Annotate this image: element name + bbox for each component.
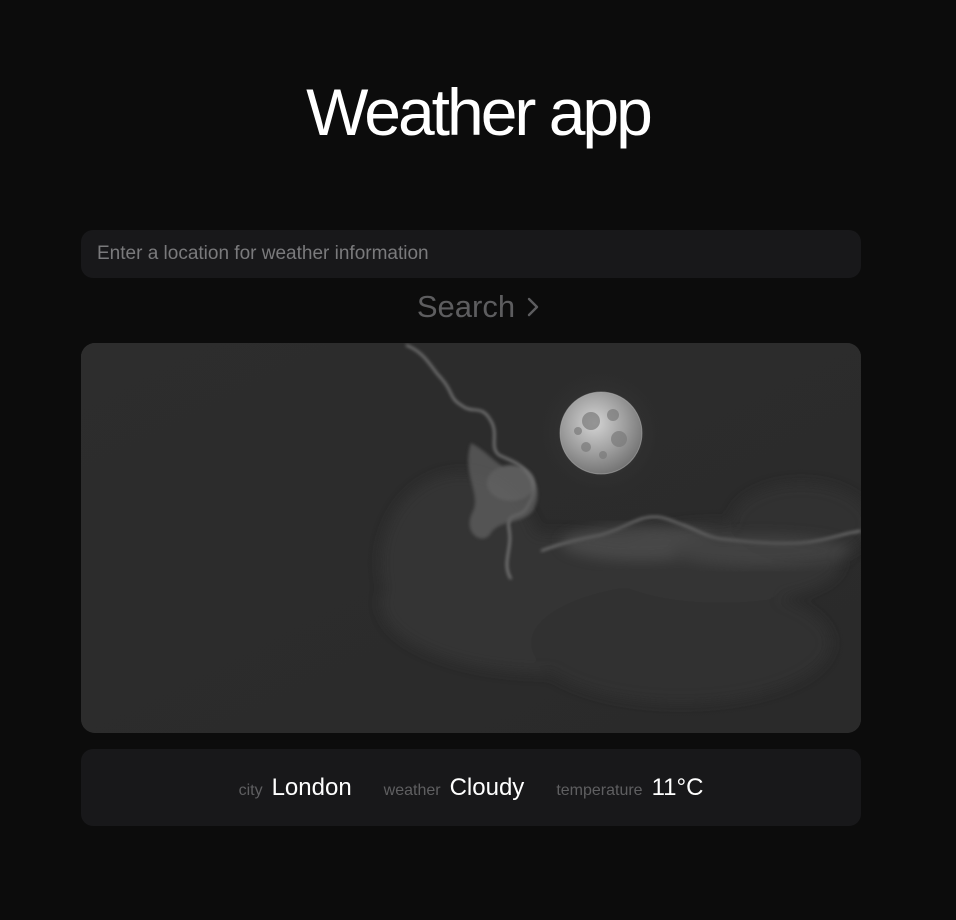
chevron-right-icon: [527, 296, 539, 318]
city-value: London: [271, 773, 352, 801]
weather-image: [81, 343, 861, 733]
weather-info-panel: city London weather Cloudy temperature 1…: [81, 749, 861, 826]
city-label: city: [238, 781, 263, 799]
weather-group: weather Cloudy: [384, 774, 525, 802]
search-button-label: Search: [416, 289, 516, 324]
temperature-group: temperature 11°C: [556, 774, 703, 802]
search-button[interactable]: Search: [0, 286, 956, 328]
page-title: Weather app: [306, 75, 653, 149]
location-search-input[interactable]: [81, 230, 861, 278]
weather-value: Cloudy: [449, 773, 525, 801]
temperature-label: temperature: [556, 781, 643, 799]
weather-app: Weather app Search: [0, 0, 956, 920]
temperature-value: 11°C: [651, 773, 704, 801]
city-group: city London: [239, 774, 352, 802]
weather-label: weather: [383, 781, 441, 799]
